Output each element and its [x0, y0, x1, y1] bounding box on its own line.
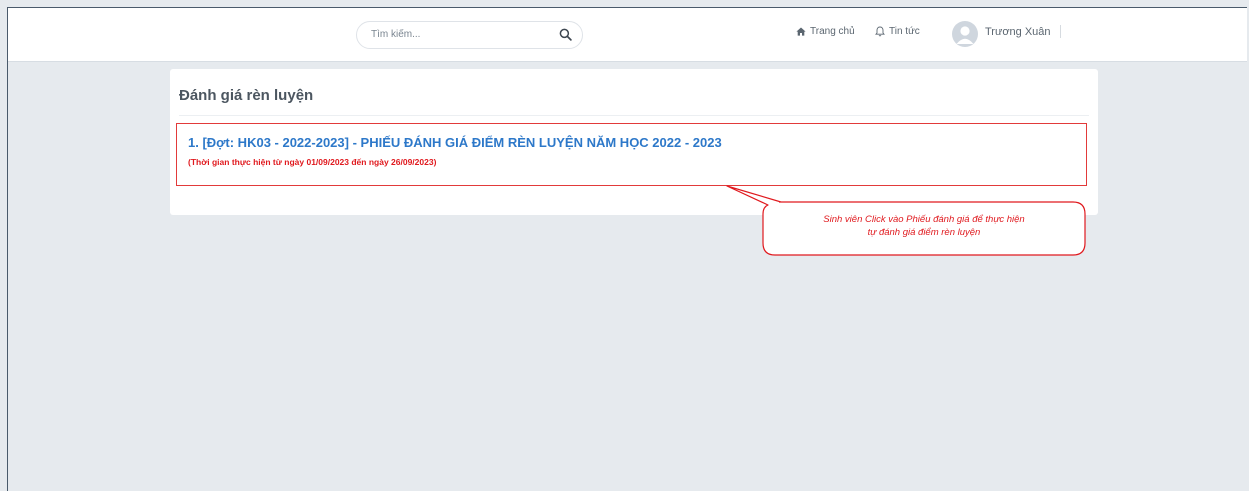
bell-icon — [875, 26, 885, 37]
top-navbar: Tìm kiếm... Trang chủ Tin tức Trương Xuâ… — [8, 8, 1247, 62]
evaluation-period-text: (Thời gian thực hiện từ ngày 01/09/2023 … — [188, 157, 437, 167]
training-evaluation-card: Đánh giá rèn luyện 1. [Đợt: HK03 - 2022-… — [170, 69, 1098, 215]
divider — [179, 115, 1089, 116]
search-icon[interactable] — [559, 28, 572, 41]
page-title: Đánh giá rèn luyện — [179, 87, 314, 104]
search-input[interactable]: Tìm kiếm... — [371, 29, 420, 40]
home-icon — [796, 27, 806, 36]
callout-text: Sinh viên Click vào Phiếu đánh giá để th… — [762, 213, 1086, 239]
callout-line-1: Sinh viên Click vào Phiếu đánh giá để th… — [823, 214, 1025, 225]
nav-home[interactable]: Trang chủ — [796, 26, 855, 37]
nav-news[interactable]: Tin tức — [875, 26, 920, 37]
evaluation-form-item[interactable]: 1. [Đợt: HK03 - 2022-2023] - PHIẾU ĐÁNH … — [176, 123, 1087, 186]
app-window: Tìm kiếm... Trang chủ Tin tức Trương Xuâ… — [7, 7, 1247, 491]
user-name[interactable]: Trương Xuân — [985, 26, 1051, 38]
divider — [1060, 25, 1061, 38]
user-avatar-icon[interactable] — [952, 21, 978, 47]
nav-home-label: Trang chủ — [810, 26, 855, 37]
nav-news-label: Tin tức — [889, 26, 920, 37]
evaluation-form-link[interactable]: 1. [Đợt: HK03 - 2022-2023] - PHIẾU ĐÁNH … — [188, 135, 722, 150]
search-box[interactable]: Tìm kiếm... — [356, 21, 583, 49]
callout-line-2: tự đánh giá điểm rèn luyện — [867, 227, 981, 238]
